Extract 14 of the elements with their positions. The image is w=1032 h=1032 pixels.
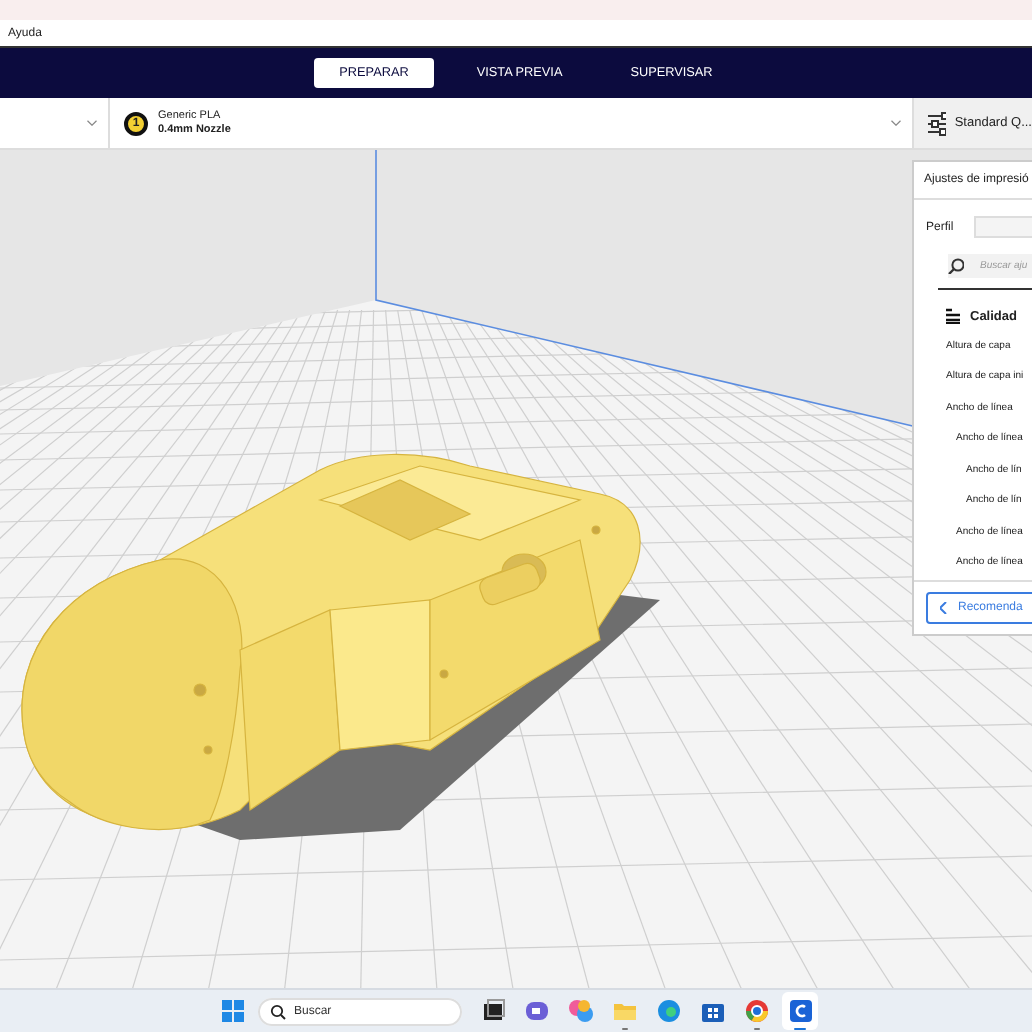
store-icon bbox=[699, 998, 725, 1024]
sliders-icon[interactable] bbox=[928, 111, 947, 135]
video-call-icon bbox=[523, 998, 549, 1024]
chrome-icon bbox=[743, 998, 769, 1024]
search-icon bbox=[270, 1003, 286, 1019]
category-icon bbox=[946, 308, 960, 324]
task-view-icon bbox=[479, 998, 505, 1024]
cura-app-icon bbox=[787, 998, 813, 1024]
search-icon bbox=[948, 258, 964, 274]
chevron-icon[interactable] bbox=[86, 120, 98, 126]
folder-icon bbox=[611, 998, 637, 1024]
chevron-left-icon bbox=[940, 602, 948, 614]
chevron-icon[interactable] bbox=[890, 120, 902, 126]
windows-start-icon bbox=[219, 998, 245, 1024]
